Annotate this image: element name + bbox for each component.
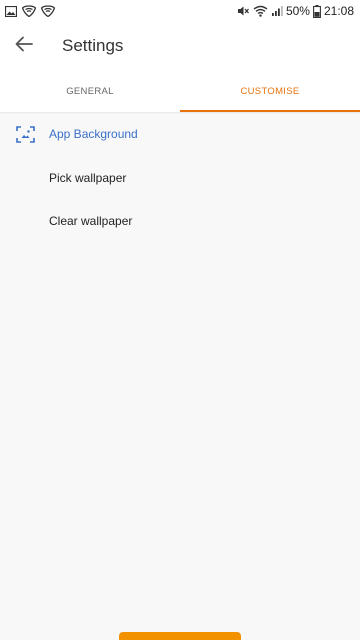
clear-wallpaper-item[interactable]: Clear wallpaper xyxy=(0,199,360,242)
tab-general[interactable]: GENERAL xyxy=(0,70,180,112)
section-title: App Background xyxy=(49,127,138,141)
shield-wifi-icon xyxy=(22,5,36,17)
tab-customise[interactable]: CUSTOMISE xyxy=(180,70,360,112)
wifi-icon xyxy=(253,5,268,17)
status-right-icons: 50% 21:08 xyxy=(237,4,360,18)
battery-percent: 50% xyxy=(285,4,310,18)
tab-general-label: GENERAL xyxy=(66,85,114,97)
shield-wifi-icon xyxy=(41,5,55,17)
image-icon xyxy=(5,5,17,17)
pick-wallpaper-label: Pick wallpaper xyxy=(49,170,127,185)
customise-content: App Background Pick wallpaper Clear wall… xyxy=(0,112,360,242)
back-button[interactable] xyxy=(0,22,48,70)
arrow-back-icon xyxy=(15,36,33,57)
status-left-icons xyxy=(0,5,55,17)
settings-screen: 50% 21:08 Settings GENERAL CUSTOMISE App… xyxy=(0,0,360,640)
pick-wallpaper-item[interactable]: Pick wallpaper xyxy=(0,156,360,199)
app-bar: Settings xyxy=(0,22,360,70)
battery-icon xyxy=(313,4,321,18)
status-bar: 50% 21:08 xyxy=(0,0,360,22)
mute-icon xyxy=(237,5,250,17)
clear-wallpaper-label: Clear wallpaper xyxy=(49,213,133,228)
tab-customise-label: CUSTOMISE xyxy=(240,85,300,97)
section-header-app-background: App Background xyxy=(0,112,360,156)
settings-tabs: GENERAL CUSTOMISE xyxy=(0,70,360,112)
page-title: Settings xyxy=(62,36,124,55)
wallpaper-icon xyxy=(15,124,35,144)
bottom-handle[interactable] xyxy=(119,632,241,640)
status-time: 21:08 xyxy=(323,4,354,18)
signal-icon xyxy=(271,5,283,17)
